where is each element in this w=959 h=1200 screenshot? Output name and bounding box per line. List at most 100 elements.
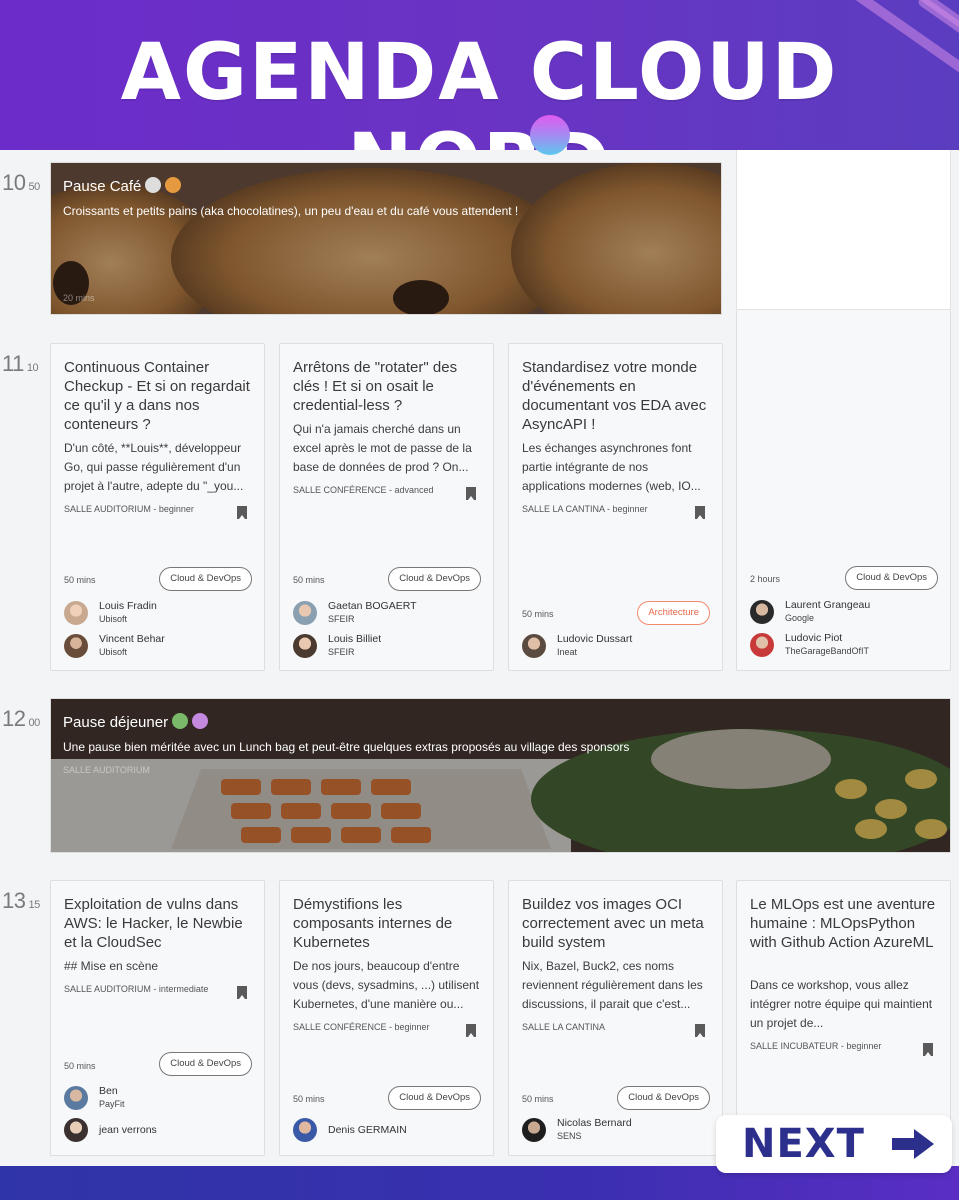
session-title: Arrêtons de "rotater" des clés ! Et si o… [293, 359, 458, 414]
session-duration: 50 mins [522, 1094, 554, 1104]
speaker-org: SENS [557, 1131, 582, 1141]
time-label: 13 15 [2, 888, 40, 913]
cupcake-icon [192, 713, 209, 729]
speaker-name: Vincent Behar [99, 633, 165, 645]
category-tag[interactable]: Cloud & DevOps [388, 567, 481, 591]
bookmark-icon[interactable] [695, 1024, 705, 1037]
avatar [64, 1086, 88, 1110]
session-description: D'un côté, **Louis**, développeur Go, qu… [64, 441, 244, 493]
break-room: SALLE AUDITORIUM [63, 765, 150, 775]
session-room: SALLE LA CANTINA - beginner [522, 504, 648, 514]
category-tag[interactable]: Cloud & DevOps [159, 1052, 252, 1076]
bookmark-icon[interactable] [695, 506, 705, 519]
session-description: Dans ce workshop, vous allez intégrer no… [750, 978, 933, 1030]
break-duration: 20 mins [63, 293, 95, 303]
speaker-org: Ineat [557, 647, 578, 657]
category-tag[interactable]: Cloud & DevOps [617, 1086, 710, 1110]
avatar [293, 634, 317, 658]
session-room: SALLE LA CANTINA [522, 1022, 606, 1032]
session-description: ## Mise en scène [64, 959, 159, 973]
break-title: Pause déjeuner [63, 714, 169, 731]
croissant-icon [165, 177, 182, 193]
bookmark-icon[interactable] [237, 506, 247, 519]
category-tag[interactable]: Architecture [637, 601, 710, 625]
speaker-name: Ludovic Piot [785, 632, 843, 644]
time-label: 11 10 [2, 351, 39, 376]
category-tag[interactable]: Cloud & DevOps [845, 566, 938, 590]
session-card[interactable]: Démystifions les composants internes de … [279, 880, 494, 1156]
category-tag[interactable]: Cloud & DevOps [388, 1086, 481, 1110]
speaker-name: Denis GERMAIN [328, 1124, 407, 1136]
speaker-org: PayFit [99, 1099, 125, 1109]
session-card[interactable]: Buildez vos images OCI correctement avec… [508, 880, 723, 1156]
session-title: Exploitation de vulns dans AWS: le Hacke… [64, 896, 243, 951]
avatar [750, 600, 774, 624]
speaker-name: Louis Billiet [328, 633, 382, 645]
session-duration: 50 mins [293, 575, 325, 585]
bookmark-icon[interactable] [466, 487, 476, 500]
avatar [64, 634, 88, 658]
session-card[interactable]: Standardisez votre monde d'événements en… [508, 343, 723, 671]
arrow-right-icon [892, 1129, 934, 1159]
speaker-name: Ludovic Dussart [557, 633, 633, 645]
session-room: SALLE CONFÉRENCE - advanced [293, 485, 434, 495]
speaker-org: Ubisoft [99, 647, 128, 657]
category-tag[interactable]: Cloud & DevOps [159, 567, 252, 591]
session-card[interactable]: 2 hours Cloud & DevOps Laurent Grangeau … [736, 310, 951, 671]
session-duration: 50 mins [522, 609, 554, 619]
speaker-org: Ubisoft [99, 614, 128, 624]
session-card[interactable]: Exploitation de vulns dans AWS: le Hacke… [50, 880, 265, 1156]
session-description: Les échanges asynchrones font partie int… [522, 441, 701, 493]
speaker-org: Google [785, 613, 815, 623]
speaker-name: Louis Fradin [99, 600, 157, 612]
next-label: NEXT [742, 1121, 865, 1167]
salad-icon [172, 713, 189, 729]
break-title: Pause Café [63, 178, 142, 195]
session-room: SALLE INCUBATEUR - beginner [750, 1041, 882, 1051]
break-banner-lunch[interactable]: Pause déjeuner Une pause bien méritée av… [50, 698, 951, 853]
avatar [293, 601, 317, 625]
decor-orb [530, 115, 570, 155]
session-room: SALLE AUDITORIUM - beginner [64, 504, 194, 514]
session-duration: 2 hours [750, 574, 781, 584]
session-description: Nix, Bazel, Buck2, ces noms reviennent r… [522, 959, 703, 1011]
speaker-org: SFEIR [328, 647, 355, 657]
avatar [750, 633, 774, 657]
session-description: Qui n'a jamais cherché dans un excel apr… [293, 422, 472, 474]
session-description: De nos jours, beaucoup d'entre vous (dev… [293, 959, 480, 1011]
bookmark-icon[interactable] [923, 1043, 933, 1056]
page-title: AGENDA CLOUD NORD [120, 28, 839, 150]
avatar [64, 601, 88, 625]
session-card[interactable]: Continuous Container Checkup - Et si on … [50, 343, 265, 671]
session-duration: 50 mins [293, 1094, 325, 1104]
next-button[interactable]: NEXT [716, 1115, 952, 1173]
speaker-name: Laurent Grangeau [785, 599, 871, 611]
speaker-name: Ben [99, 1085, 118, 1097]
session-duration: 50 mins [64, 575, 96, 585]
speaker-name: jean verrons [99, 1124, 157, 1136]
break-description: Une pause bien méritée avec un Lunch bag… [63, 740, 630, 754]
speaker-org: SFEIR [328, 614, 355, 624]
session-room: SALLE AUDITORIUM - intermediate [64, 984, 209, 994]
session-title: Buildez vos images OCI correctement avec… [522, 896, 704, 951]
avatar [522, 634, 546, 658]
session-title: Démystifions les composants internes de … [293, 896, 453, 951]
header-banner: AGENDA CLOUD NORD [0, 0, 959, 150]
coffee-icon [145, 177, 162, 193]
session-title: Continuous Container Checkup - Et si on … [64, 359, 250, 433]
break-banner-coffee[interactable]: Pause Café Croissants et petits pains (a… [50, 162, 722, 315]
avatar [293, 1118, 317, 1142]
bookmark-icon[interactable] [237, 986, 247, 999]
session-title: Le MLOps est une aventure humaine : MLOp… [750, 896, 936, 951]
session-room: SALLE CONFÉRENCE - beginner [293, 1022, 430, 1032]
session-title: Standardisez votre monde d'événements en… [522, 359, 707, 433]
speaker-org: TheGarageBandOfIT [785, 646, 870, 656]
time-label: 10 50 [2, 170, 40, 195]
session-card[interactable]: Arrêtons de "rotater" des clés ! Et si o… [279, 343, 494, 671]
break-description: Croissants et petits pains (aka chocolat… [63, 204, 519, 218]
avatar [522, 1118, 546, 1142]
empty-slot [736, 150, 951, 310]
bookmark-icon[interactable] [466, 1024, 476, 1037]
avatar [64, 1118, 88, 1142]
speaker-name: Nicolas Bernard [557, 1117, 632, 1129]
